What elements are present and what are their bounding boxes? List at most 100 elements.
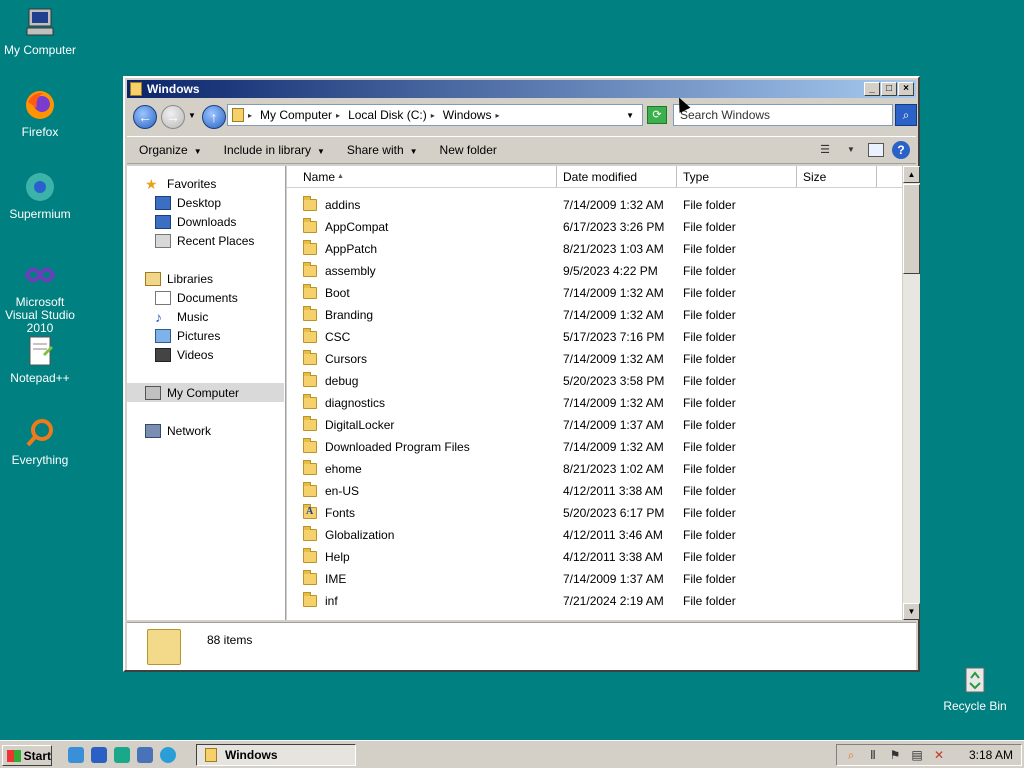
nav-documents[interactable]: Documents <box>127 288 284 307</box>
table-row[interactable]: Boot 7/14/2009 1:32 AM File folder <box>287 282 902 304</box>
table-row[interactable]: addins 7/14/2009 1:32 AM File folder <box>287 194 902 216</box>
nav-recent-places[interactable]: Recent Places <box>127 231 284 250</box>
nav-videos[interactable]: Videos <box>127 345 284 364</box>
supermium-icon <box>23 170 57 204</box>
folder-icon <box>147 629 181 665</box>
view-dropdown-icon[interactable]: ▼ <box>842 141 860 159</box>
network-status-icon[interactable]: ▤ <box>909 747 925 763</box>
back-button[interactable]: ← <box>133 105 157 129</box>
explorer-icon[interactable] <box>137 747 153 763</box>
folder-icon <box>303 482 317 497</box>
desktop-icon-supermium[interactable]: Supermium <box>0 170 80 221</box>
include-in-library-button[interactable]: Include in library ▼ <box>224 143 325 157</box>
address-dropdown-icon[interactable]: ▼ <box>626 111 634 120</box>
preview-pane-icon[interactable] <box>868 143 884 157</box>
title-bar[interactable]: Windows _ □ × <box>127 80 916 98</box>
desktop-icon-recycle-bin[interactable]: Recycle Bin <box>935 662 1015 713</box>
share-with-button[interactable]: Share with ▼ <box>347 143 418 157</box>
nav-network[interactable]: Network <box>127 421 284 440</box>
show-desktop-icon[interactable] <box>91 747 107 763</box>
everything-icon <box>23 416 57 450</box>
chevron-right-icon[interactable]: ▸ <box>431 111 435 120</box>
ie-icon[interactable] <box>68 747 84 763</box>
column-header-name[interactable]: ▲ Name <box>287 166 557 187</box>
table-row[interactable]: Cursors 7/14/2009 1:32 AM File folder <box>287 348 902 370</box>
edge-icon[interactable] <box>160 747 176 763</box>
search-icon[interactable]: ⌕ <box>843 747 859 763</box>
column-header-type[interactable]: Type <box>677 166 797 187</box>
desktop-icon-my-computer[interactable]: My Computer <box>0 6 80 57</box>
scroll-up-button[interactable]: ▲ <box>903 166 920 183</box>
breadcrumb-my-computer[interactable]: My Computer <box>260 108 332 122</box>
table-row[interactable]: Branding 7/14/2009 1:32 AM File folder <box>287 304 902 326</box>
table-row[interactable]: diagnostics 7/14/2009 1:32 AM File folde… <box>287 392 902 414</box>
table-row[interactable]: debug 5/20/2023 3:58 PM File folder <box>287 370 902 392</box>
folder-icon <box>303 416 317 431</box>
breadcrumb-windows[interactable]: Windows <box>443 108 492 122</box>
close-button[interactable]: × <box>898 82 914 96</box>
folder-icon <box>232 108 244 122</box>
item-count: 88 items <box>207 633 253 647</box>
nav-libraries[interactable]: Libraries <box>127 269 284 288</box>
table-row[interactable]: Downloaded Program Files 7/14/2009 1:32 … <box>287 436 902 458</box>
star-icon: ★ <box>145 175 158 192</box>
flag-icon[interactable]: ⚑ <box>887 747 903 763</box>
maximize-button[interactable]: □ <box>881 82 897 96</box>
table-row[interactable]: IME 7/14/2009 1:37 AM File folder <box>287 568 902 590</box>
nav-desktop[interactable]: Desktop <box>127 193 284 212</box>
table-row[interactable]: assembly 9/5/2023 4:22 PM File folder <box>287 260 902 282</box>
desktop-icon <box>155 195 171 210</box>
scroll-thumb[interactable] <box>903 184 920 274</box>
volume-muted-icon[interactable]: ✕ <box>931 747 947 763</box>
table-row[interactable]: CSC 5/17/2023 7:16 PM File folder <box>287 326 902 348</box>
chevron-right-icon[interactable]: ▸ <box>495 111 499 120</box>
address-bar[interactable]: ▸ My Computer ▸ Local Disk (C:) ▸ Window… <box>227 104 643 126</box>
table-row[interactable]: Help 4/12/2011 3:38 AM File folder <box>287 546 902 568</box>
breadcrumb-local-disk[interactable]: Local Disk (C:) <box>348 108 427 122</box>
table-row[interactable]: DigitalLocker 7/14/2009 1:37 AM File fol… <box>287 414 902 436</box>
view-options-icon[interactable]: ☰ <box>816 141 834 159</box>
table-row[interactable]: AppCompat 6/17/2023 3:26 PM File folder <box>287 216 902 238</box>
organize-button[interactable]: Organize ▼ <box>139 143 202 157</box>
desktop-icon-visual-studio[interactable]: Microsoft Visual Studio 2010 <box>0 258 80 335</box>
search-input[interactable]: Search Windows <box>673 104 893 126</box>
system-tray: ⌕ Ⅱ ⚑ ▤ ✕ 3:18 AM <box>836 744 1022 766</box>
table-row[interactable]: en-US 4/12/2011 3:38 AM File folder <box>287 480 902 502</box>
minimize-button[interactable]: _ <box>864 82 880 96</box>
new-folder-button[interactable]: New folder <box>440 143 497 157</box>
language-icon[interactable]: Ⅱ <box>865 747 881 763</box>
column-header-date[interactable]: Date modified <box>557 166 677 187</box>
forward-button[interactable]: → <box>161 105 185 129</box>
clock[interactable]: 3:18 AM <box>969 748 1013 762</box>
search-icon[interactable]: ⌕ <box>895 104 917 126</box>
up-button[interactable]: ↑ <box>202 105 226 129</box>
nav-downloads[interactable]: Downloads <box>127 212 284 231</box>
media-player-icon[interactable] <box>114 747 130 763</box>
folder-icon <box>303 570 317 585</box>
folder-icon <box>303 218 317 233</box>
table-row[interactable]: Globalization 4/12/2011 3:46 AM File fol… <box>287 524 902 546</box>
desktop-icon-notepadpp[interactable]: Notepad++ <box>0 334 80 385</box>
vertical-scrollbar[interactable]: ▲ ▼ <box>903 166 920 620</box>
desktop-icon-firefox[interactable]: Firefox <box>0 88 80 139</box>
nav-my-computer[interactable]: My Computer <box>127 383 284 402</box>
nav-pictures[interactable]: Pictures <box>127 326 284 345</box>
column-header-size[interactable]: Size <box>797 166 877 187</box>
refresh-button[interactable]: ⟳ <box>647 106 667 124</box>
table-row[interactable]: ehome 8/21/2023 1:02 AM File folder <box>287 458 902 480</box>
help-icon[interactable]: ? <box>892 141 910 159</box>
chevron-right-icon[interactable]: ▸ <box>248 111 252 120</box>
desktop-icon-everything[interactable]: Everything <box>0 416 80 467</box>
scroll-down-button[interactable]: ▼ <box>903 603 920 620</box>
chevron-right-icon[interactable]: ▸ <box>336 111 340 120</box>
history-dropdown-icon[interactable]: ▼ <box>188 111 196 120</box>
taskbar-window-explorer[interactable]: Windows <box>196 744 356 766</box>
desktop-icon-label: Notepad++ <box>10 371 70 385</box>
table-row[interactable]: Fonts 5/20/2023 6:17 PM File folder <box>287 502 902 524</box>
nav-favorites[interactable]: ★ Favorites <box>127 174 284 193</box>
table-row[interactable]: inf 7/21/2024 2:19 AM File folder <box>287 590 902 612</box>
computer-icon <box>23 6 57 40</box>
table-row[interactable]: AppPatch 8/21/2023 1:03 AM File folder <box>287 238 902 260</box>
nav-music[interactable]: ♪ Music <box>127 307 284 326</box>
start-button[interactable]: Start <box>2 745 52 766</box>
